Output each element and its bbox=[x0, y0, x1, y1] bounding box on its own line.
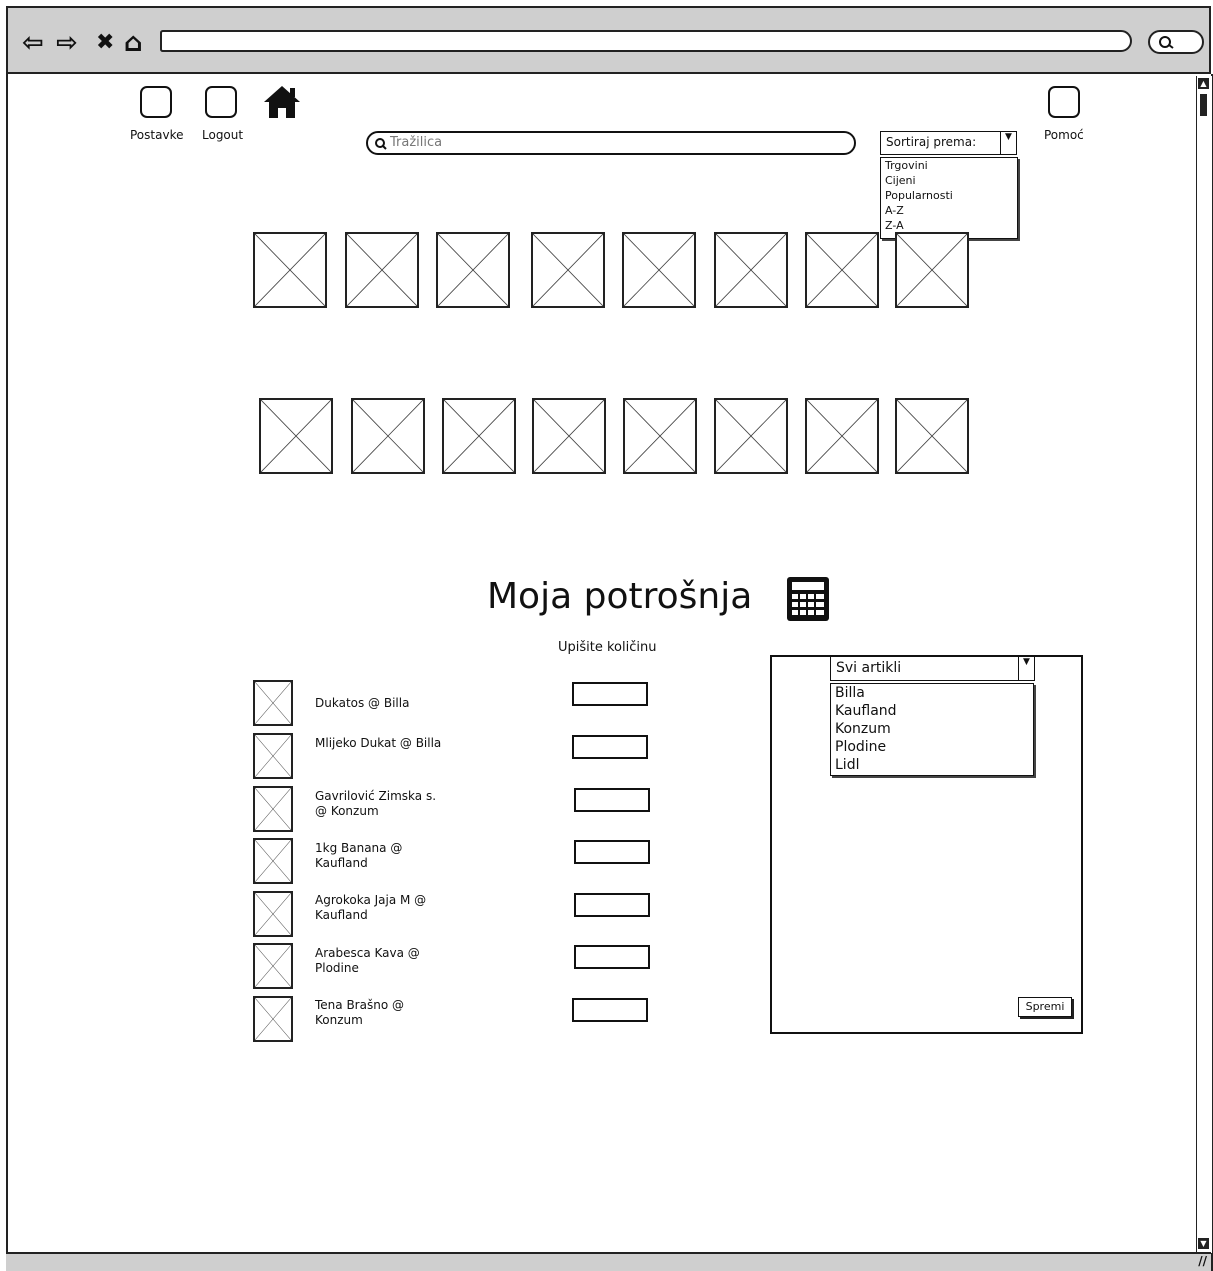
sort-label: Sortiraj prema: bbox=[886, 135, 977, 149]
product-thumbnail[interactable] bbox=[253, 996, 293, 1042]
product-image[interactable] bbox=[436, 232, 510, 308]
product-thumbnail[interactable] bbox=[253, 891, 293, 937]
product-image[interactable] bbox=[532, 398, 606, 474]
sort-option[interactable]: Trgovini bbox=[881, 158, 1017, 173]
product-thumbnail[interactable] bbox=[253, 680, 293, 726]
scroll-down-icon[interactable]: ▼ bbox=[1198, 1238, 1209, 1249]
quantity-input[interactable] bbox=[572, 682, 648, 706]
product-image[interactable] bbox=[259, 398, 333, 474]
store-option[interactable]: Billa bbox=[831, 684, 1033, 702]
product-image[interactable] bbox=[351, 398, 425, 474]
store-options-list: Billa Kaufland Konzum Plodine Lidl bbox=[830, 683, 1034, 776]
sort-select[interactable]: Sortiraj prema: ▼ bbox=[880, 131, 1017, 155]
url-bar[interactable] bbox=[160, 30, 1132, 52]
product-image[interactable] bbox=[622, 232, 696, 308]
arrow-right-icon[interactable]: ⇨ bbox=[56, 30, 78, 56]
product-image[interactable] bbox=[253, 232, 327, 308]
resize-grip-icon[interactable]: // bbox=[1198, 1254, 1207, 1268]
product-thumbnail[interactable] bbox=[253, 838, 293, 884]
sort-option[interactable]: Cijeni bbox=[881, 173, 1017, 188]
store-filter-value: Svi artikli bbox=[836, 660, 902, 676]
status-bar: // bbox=[6, 1252, 1211, 1271]
calculator-icon bbox=[787, 577, 829, 621]
product-image[interactable] bbox=[442, 398, 516, 474]
house-icon[interactable] bbox=[262, 84, 302, 120]
product-image[interactable] bbox=[531, 232, 605, 308]
close-icon[interactable]: ✖ bbox=[96, 30, 114, 56]
product-thumbnail[interactable] bbox=[253, 786, 293, 832]
store-filter-select[interactable]: Svi artikli ▼ bbox=[830, 656, 1035, 681]
quantity-input[interactable] bbox=[574, 893, 650, 917]
product-image[interactable] bbox=[895, 398, 969, 474]
product-thumbnail[interactable] bbox=[253, 943, 293, 989]
product-label: Arabesca Kava @ Plodine bbox=[315, 946, 420, 975]
home-icon[interactable]: ⌂ bbox=[124, 30, 143, 56]
search-icon bbox=[1159, 36, 1174, 49]
quantity-input[interactable] bbox=[574, 840, 650, 864]
scroll-up-icon[interactable]: ▲ bbox=[1198, 78, 1209, 89]
search-placeholder: Tražilica bbox=[390, 135, 443, 150]
product-image[interactable] bbox=[714, 398, 788, 474]
product-label: Agrokoka Jaja M @ Kaufland bbox=[315, 893, 427, 922]
quantity-header: Upišite količinu bbox=[558, 640, 657, 655]
product-label: 1kg Banana @ Kaufland bbox=[315, 841, 403, 870]
product-image[interactable] bbox=[805, 232, 879, 308]
product-image[interactable] bbox=[714, 232, 788, 308]
product-image[interactable] bbox=[623, 398, 697, 474]
product-label: Gavrilović Zimska s. @ Konzum bbox=[315, 789, 437, 818]
search-icon bbox=[375, 138, 387, 150]
help-label: Pomoć bbox=[1044, 128, 1084, 142]
settings-label: Postavke bbox=[130, 128, 184, 142]
sort-option[interactable]: Z-A bbox=[881, 218, 1017, 233]
chevron-down-icon[interactable]: ▼ bbox=[1000, 132, 1016, 154]
arrow-left-icon[interactable]: ⇦ bbox=[22, 30, 44, 56]
product-image[interactable] bbox=[805, 398, 879, 474]
quantity-input[interactable] bbox=[572, 998, 648, 1022]
vertical-scrollbar[interactable]: ▲ ▼ bbox=[1196, 76, 1212, 1253]
quantity-input[interactable] bbox=[574, 788, 650, 812]
store-option[interactable]: Kaufland bbox=[831, 702, 1033, 720]
product-label: Dukatos @ Billa bbox=[315, 696, 410, 710]
product-label: Tena Brašno @ Konzum bbox=[315, 998, 404, 1027]
browser-search-button[interactable] bbox=[1148, 30, 1204, 54]
sort-option[interactable]: A-Z bbox=[881, 203, 1017, 218]
logout-icon[interactable] bbox=[205, 86, 237, 118]
sort-options-list: Trgovini Cijeni Popularnosti A-Z Z-A bbox=[880, 157, 1018, 239]
page-title: Moja potrošnja bbox=[487, 576, 753, 617]
product-thumbnail[interactable] bbox=[253, 733, 293, 779]
quantity-input[interactable] bbox=[572, 735, 648, 759]
product-image[interactable] bbox=[345, 232, 419, 308]
store-option[interactable]: Konzum bbox=[831, 720, 1033, 738]
settings-icon[interactable] bbox=[140, 86, 172, 118]
search-input[interactable]: Tražilica bbox=[366, 131, 856, 155]
scroll-thumb[interactable] bbox=[1200, 94, 1207, 116]
save-button[interactable]: Spremi bbox=[1018, 997, 1072, 1017]
quantity-input[interactable] bbox=[574, 945, 650, 969]
chevron-down-icon[interactable]: ▼ bbox=[1018, 657, 1034, 680]
product-label: Mlijeko Dukat @ Billa bbox=[315, 736, 442, 750]
help-icon[interactable] bbox=[1048, 86, 1080, 118]
store-option[interactable]: Plodine bbox=[831, 738, 1033, 756]
sort-option[interactable]: Popularnosti bbox=[881, 188, 1017, 203]
product-image[interactable] bbox=[895, 232, 969, 308]
store-option[interactable]: Lidl bbox=[831, 756, 1033, 774]
logout-label: Logout bbox=[202, 128, 244, 142]
